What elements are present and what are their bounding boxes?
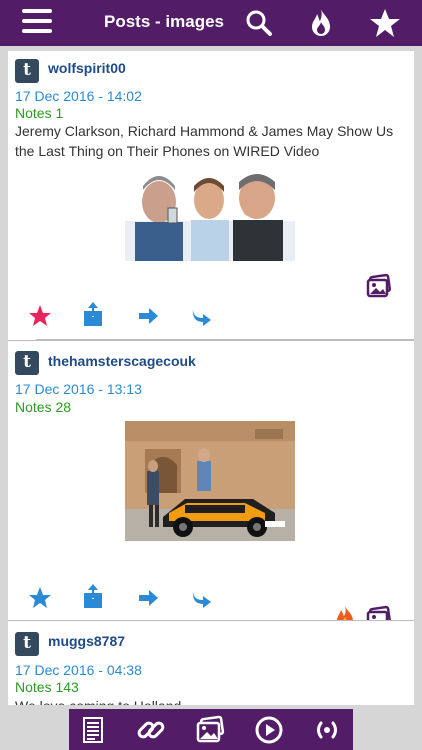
flame-icon[interactable] (305, 7, 337, 39)
post-card: t wolfspirit00 17 Dec 2016 - 14:02 Notes… (8, 51, 414, 340)
post-date: 17 Dec 2016 - 04:38 (15, 662, 142, 678)
post-username[interactable]: wolfspirit00 (48, 60, 126, 76)
post-card: t thehamsterscagecouk 17 Dec 2016 - 13:1… (8, 340, 414, 630)
post-type-bar (69, 709, 353, 750)
post-notes: Notes 143 (15, 679, 79, 695)
post-date: 17 Dec 2016 - 14:02 (15, 88, 142, 104)
link-posts-icon[interactable] (136, 715, 166, 745)
favorite-star-icon[interactable] (28, 586, 52, 610)
forward-icon[interactable] (137, 586, 161, 610)
post-notes: Notes 28 (15, 399, 72, 415)
post-image[interactable] (125, 166, 295, 261)
tumblr-avatar-icon[interactable]: t (15, 59, 39, 83)
search-icon[interactable] (243, 7, 275, 39)
reblog-icon[interactable] (190, 586, 214, 610)
post-image[interactable] (125, 421, 295, 541)
text-posts-icon[interactable] (78, 715, 108, 745)
video-posts-icon[interactable] (254, 715, 284, 745)
share-icon[interactable] (81, 584, 105, 608)
menu-icon[interactable] (22, 9, 52, 35)
reblog-icon[interactable] (190, 304, 214, 328)
image-posts-icon[interactable] (195, 715, 225, 745)
post-date: 17 Dec 2016 - 13:13 (15, 381, 142, 397)
tumblr-avatar-icon[interactable]: t (15, 351, 39, 375)
post-list[interactable]: t wolfspirit00 17 Dec 2016 - 14:02 Notes… (8, 51, 414, 705)
post-body: We love coming to Holland... (15, 696, 400, 705)
page-title: Posts - images (104, 12, 224, 31)
post-username[interactable]: thehamsterscagecouk (48, 353, 196, 369)
top-bar: Posts - images (0, 0, 422, 46)
tumblr-avatar-icon[interactable]: t (15, 632, 39, 656)
photo-post-icon (366, 273, 392, 298)
forward-icon[interactable] (137, 304, 161, 328)
star-icon[interactable] (369, 7, 401, 39)
post-username[interactable]: muggs8787 (48, 633, 125, 649)
share-icon[interactable] (81, 302, 105, 326)
post-card: t muggs8787 17 Dec 2016 - 04:38 Notes 14… (8, 620, 414, 705)
favorite-star-icon[interactable] (28, 304, 52, 328)
audio-posts-icon[interactable] (312, 715, 342, 745)
post-body: Jeremy Clarkson, Richard Hammond & James… (15, 123, 394, 159)
post-notes: Notes 1 (15, 105, 64, 121)
